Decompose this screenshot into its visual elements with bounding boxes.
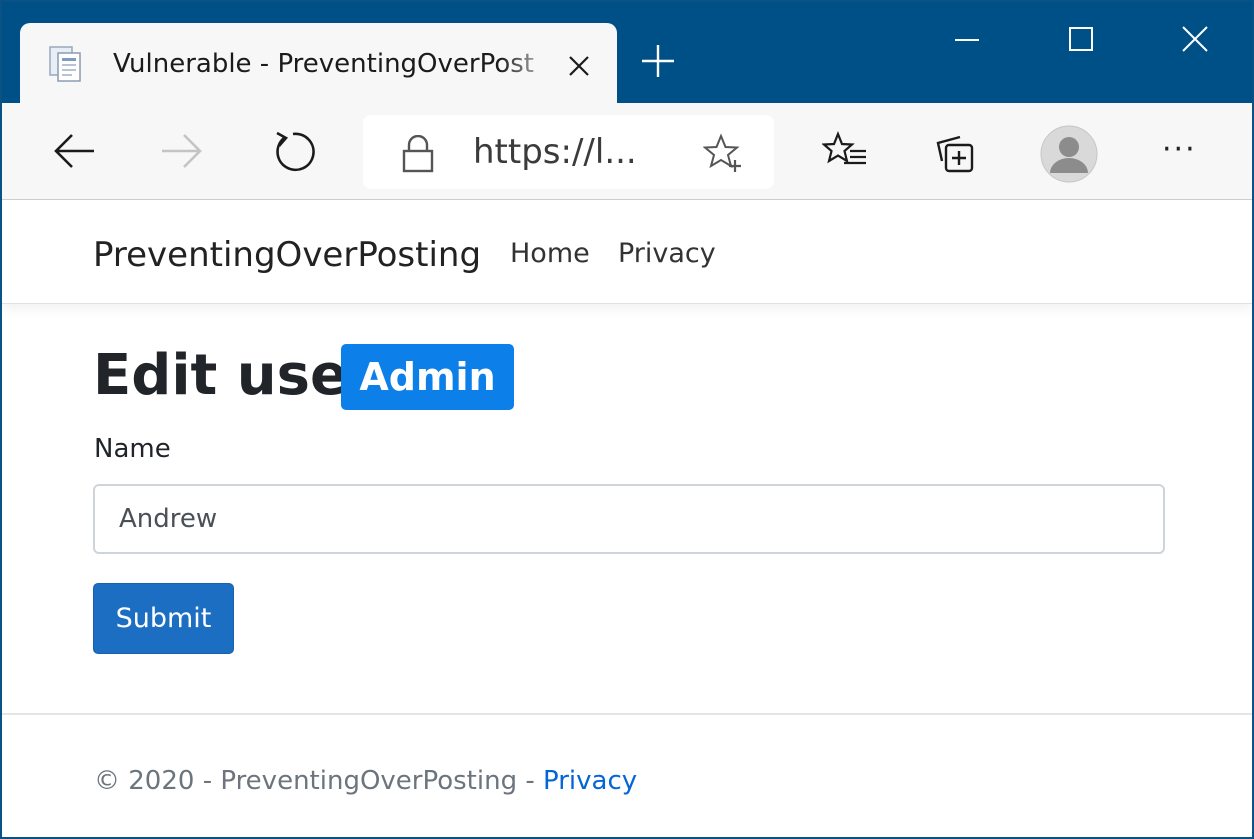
footer-copyright: © 2020 - PreventingOverPosting - <box>94 766 543 796</box>
name-input[interactable] <box>93 484 1165 554</box>
submit-button[interactable]: Submit <box>93 583 234 654</box>
title-bar: Vulnerable - PreventingOverPost <box>2 2 1252 103</box>
plus-icon[interactable] <box>640 43 676 79</box>
browser-toolbar: https://l... ··· <box>2 103 1252 200</box>
site-brand-link[interactable]: PreventingOverPosting <box>93 235 481 275</box>
browser-tab[interactable]: Vulnerable - PreventingOverPost <box>20 23 617 103</box>
maximize-icon[interactable] <box>1066 24 1096 54</box>
footer-privacy-link[interactable]: Privacy <box>543 766 637 796</box>
page-title: Edit user <box>93 343 376 408</box>
arrow-right-icon[interactable] <box>160 131 204 171</box>
more-icon[interactable]: ··· <box>1162 135 1208 169</box>
lock-icon[interactable] <box>401 134 435 173</box>
star-add-icon[interactable] <box>702 133 743 173</box>
collections-icon[interactable] <box>934 131 978 175</box>
address-url[interactable]: https://l... <box>473 131 663 173</box>
favorites-list-icon[interactable] <box>821 131 868 173</box>
tab-close-icon[interactable] <box>568 55 590 77</box>
document-favicon-icon <box>48 45 84 83</box>
tab-title: Vulnerable - PreventingOverPost <box>113 49 534 79</box>
address-bar[interactable]: https://l... <box>363 115 774 189</box>
browser-window: Vulnerable - PreventingOverPost https://… <box>0 0 1254 839</box>
name-field-label: Name <box>94 434 171 464</box>
nav-link-home[interactable]: Home <box>510 237 590 271</box>
profile-avatar-icon[interactable] <box>1040 125 1098 183</box>
window-close-icon[interactable] <box>1180 24 1210 54</box>
role-badge: Admin <box>341 344 514 410</box>
reload-icon[interactable] <box>270 129 316 175</box>
arrow-left-icon[interactable] <box>52 131 96 171</box>
site-navbar: PreventingOverPosting Home Privacy <box>2 200 1252 304</box>
nav-link-privacy[interactable]: Privacy <box>618 237 716 271</box>
page-footer: © 2020 - PreventingOverPosting - Privacy <box>2 713 1252 837</box>
tab-title-fade <box>500 43 560 83</box>
minimize-icon[interactable] <box>952 26 982 56</box>
footer-text: © 2020 - PreventingOverPosting - Privacy <box>94 763 637 799</box>
